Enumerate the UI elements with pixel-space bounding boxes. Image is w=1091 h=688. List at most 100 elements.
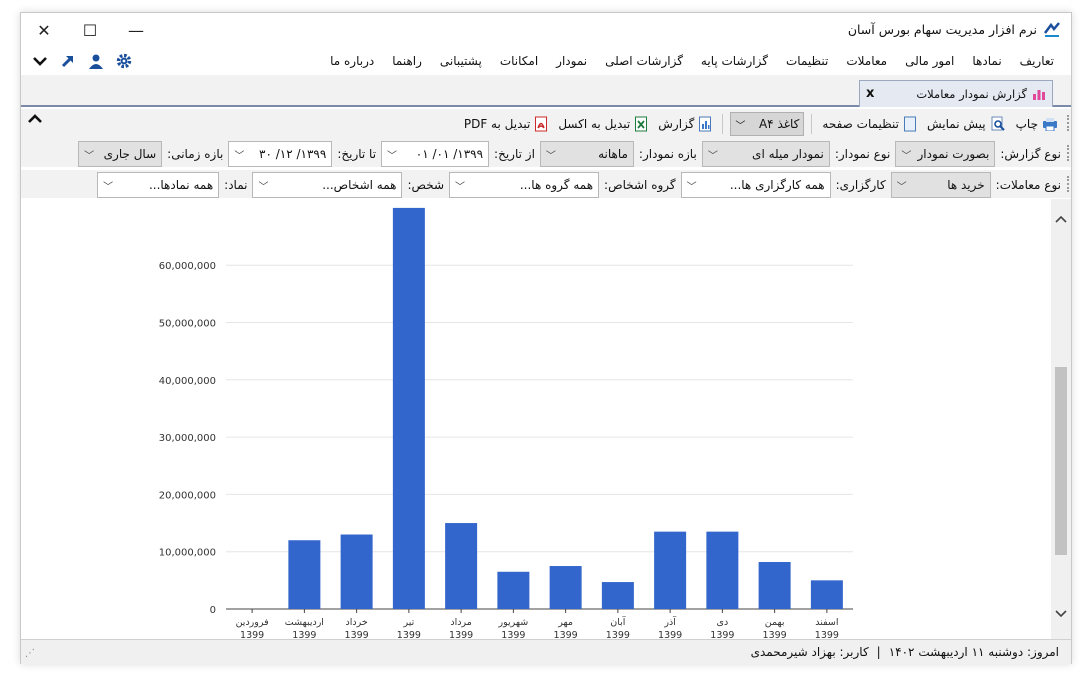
menu-chart[interactable]: نمودار bbox=[547, 54, 596, 68]
y-tick-label: 40,000,000 bbox=[159, 376, 216, 387]
filter-fields-2: نوع معاملات: خرید ها ﹀ کارگزاری: همه کارگ… bbox=[97, 172, 1061, 198]
report-type-label: نوع گزارش: bbox=[1000, 147, 1061, 161]
person-label: شخص: bbox=[407, 178, 445, 192]
symbol-select[interactable]: همه نمادها... ﹀ bbox=[97, 172, 220, 198]
menu-support[interactable]: پشتیبانی bbox=[431, 54, 491, 68]
x-tick-label: تیر 1399 bbox=[397, 617, 421, 639]
chevron-down-icon[interactable] bbox=[31, 52, 49, 70]
toolbar-separator bbox=[811, 114, 813, 134]
x-tick-label: اردیبهشت 1399 bbox=[285, 617, 324, 639]
export-excel-button[interactable]: تبدیل به اکسل bbox=[555, 116, 651, 132]
pdf-icon bbox=[535, 116, 548, 132]
status-today: امروز: دوشنبه ۱۱ اردیبهشت ۱۴۰۲ bbox=[888, 645, 1059, 659]
scrollbar-thumb[interactable] bbox=[1055, 367, 1067, 555]
user-icon[interactable] bbox=[87, 52, 105, 70]
broker-select[interactable]: همه کارگزاری ها... ﹀ bbox=[680, 172, 831, 198]
chevron-down-icon: ﹀ bbox=[234, 150, 245, 162]
filter-grip[interactable] bbox=[1065, 145, 1069, 161]
arrow-up-right-icon[interactable] bbox=[59, 52, 77, 70]
preview-button[interactable]: پیش نمایش bbox=[924, 116, 1009, 132]
toolbar-grip[interactable] bbox=[1065, 115, 1069, 131]
window-title: نرم افزار مدیریت سهام بورس آسان bbox=[847, 21, 1037, 37]
chart-period-label: بازه نمودار: bbox=[638, 147, 697, 161]
preview-magnifier-icon bbox=[991, 116, 1005, 131]
export-pdf-label: تبدیل به PDF bbox=[463, 117, 531, 131]
x-tick-label: مهر 1399 bbox=[554, 617, 578, 639]
report-type-value: بصورت نمودار bbox=[917, 147, 990, 161]
from-date-value: ۱۳۹۹/ ۰۱/ ۰۱ bbox=[415, 147, 484, 161]
person-select[interactable]: همه اشخاص... ﹀ bbox=[252, 172, 403, 198]
print-button[interactable]: چاپ bbox=[1013, 117, 1061, 131]
menu-symbols[interactable]: نمادها bbox=[963, 54, 1010, 68]
menu-settings[interactable]: تنظیمات bbox=[777, 54, 837, 68]
report-button[interactable]: گزارش bbox=[655, 116, 715, 132]
menu-features[interactable]: امکانات bbox=[491, 54, 547, 68]
filter-grip[interactable] bbox=[1065, 176, 1069, 192]
bar bbox=[758, 562, 791, 609]
chart-period-select[interactable]: ماهانه ﹀ bbox=[539, 141, 634, 167]
menu-help[interactable]: راهنما bbox=[383, 54, 431, 68]
paper-size-select[interactable]: کاغذ A۴ ﹀ bbox=[730, 112, 805, 136]
menu-bar: تعاریف نمادها امور مالی معاملات تنظیمات … bbox=[21, 47, 1071, 75]
bar bbox=[288, 540, 321, 609]
settings-gear-icon[interactable] bbox=[115, 52, 133, 70]
to-date-picker[interactable]: ۱۳۹۹/ ۱۲/ ۳۰ ﹀ bbox=[228, 141, 333, 167]
tab-trades-chart-report[interactable]: گزارش نمودار معاملات x bbox=[859, 80, 1053, 107]
report-type-select[interactable]: بصورت نمودار ﹀ bbox=[895, 141, 996, 167]
menu-definitions[interactable]: تعاریف bbox=[1011, 54, 1063, 68]
y-tick-label: 30,000,000 bbox=[159, 433, 216, 444]
collapse-panel-icon[interactable] bbox=[27, 113, 43, 129]
menu-finance[interactable]: امور مالی bbox=[896, 54, 963, 68]
filter-row-2: نوع معاملات: خرید ها ﹀ کارگزاری: همه کارگ… bbox=[21, 170, 1071, 198]
chevron-down-icon: ﹀ bbox=[455, 181, 466, 193]
chevron-down-icon: ﹀ bbox=[707, 150, 718, 162]
chart-type-label: نوع نمودار: bbox=[834, 147, 891, 161]
close-button[interactable]: ✕ bbox=[21, 13, 67, 47]
time-range-select[interactable]: سال جاری ﹀ bbox=[78, 141, 163, 167]
x-tick-label: اسفند 1399 bbox=[815, 617, 839, 639]
page-settings-label: تنظیمات صفحه bbox=[822, 117, 899, 131]
bar-chart: 0 10,000,000 20,000,000 30,000,000 40,000,00… bbox=[159, 207, 853, 639]
maximize-button[interactable]: ☐ bbox=[67, 13, 113, 47]
trade-type-value: خرید ها bbox=[947, 178, 985, 192]
tab-strip: گزارش نمودار معاملات x bbox=[21, 75, 1071, 107]
x-tick-label: مرداد 1399 bbox=[449, 617, 473, 639]
to-date-value: ۱۳۹۹/ ۱۲/ ۳۰ bbox=[259, 147, 327, 161]
export-pdf-button[interactable]: تبدیل به PDF bbox=[461, 116, 551, 132]
minimize-button[interactable]: — bbox=[113, 13, 159, 47]
vertical-scrollbar[interactable] bbox=[1051, 199, 1071, 639]
bar bbox=[601, 582, 634, 609]
bar bbox=[445, 523, 478, 609]
chevron-down-icon: ﹀ bbox=[545, 150, 556, 162]
chevron-down-icon: ﹀ bbox=[103, 181, 114, 193]
trade-type-select[interactable]: خرید ها ﹀ bbox=[890, 172, 991, 198]
preview-label: پیش نمایش bbox=[926, 117, 986, 131]
chart-period-value: ماهانه bbox=[598, 147, 628, 161]
x-tick-label: خرداد 1399 bbox=[345, 617, 369, 639]
menu-main-reports[interactable]: گزارشات اصلی bbox=[596, 54, 692, 68]
resize-grip-icon[interactable]: ⋰ bbox=[25, 648, 35, 659]
person-group-select[interactable]: همه گروه ها... ﹀ bbox=[449, 172, 600, 198]
from-date-picker[interactable]: ۱۳۹۹/ ۰۱/ ۰۱ ﹀ bbox=[381, 141, 490, 167]
app-window: ✕ ☐ — نرم افزار مدیریت سهام بورس آسان تع… bbox=[20, 12, 1072, 664]
menu-about[interactable]: درباره ما bbox=[321, 54, 383, 68]
chart-type-select[interactable]: نمودار میله ای ﹀ bbox=[701, 141, 830, 167]
bar bbox=[706, 531, 739, 609]
person-group-value: همه گروه ها... bbox=[519, 178, 594, 192]
print-label: چاپ bbox=[1015, 117, 1038, 131]
time-range-value: سال جاری bbox=[103, 147, 157, 161]
scroll-down-icon[interactable] bbox=[1051, 607, 1071, 627]
tab-close-icon[interactable]: x bbox=[866, 86, 874, 101]
y-tick-label: 10,000,000 bbox=[159, 548, 216, 559]
trade-type-label: نوع معاملات: bbox=[995, 178, 1061, 192]
report-doc-icon bbox=[699, 116, 712, 132]
x-tick-label: شهریور 1399 bbox=[498, 617, 529, 639]
menu-trades[interactable]: معاملات bbox=[837, 54, 896, 68]
menu-basic-reports[interactable]: گزارشات پایه bbox=[692, 54, 777, 68]
scroll-up-icon[interactable] bbox=[1051, 213, 1071, 233]
filter-fields-1: نوع گزارش: بصورت نمودار ﹀ نوع نمودار: نمو… bbox=[78, 141, 1061, 167]
chart-type-value: نمودار میله ای bbox=[752, 147, 824, 161]
x-tick-label: آبان 1399 bbox=[606, 615, 630, 639]
page-settings-button[interactable]: تنظیمات صفحه bbox=[819, 116, 920, 132]
y-tick-label: 0 bbox=[210, 605, 216, 616]
